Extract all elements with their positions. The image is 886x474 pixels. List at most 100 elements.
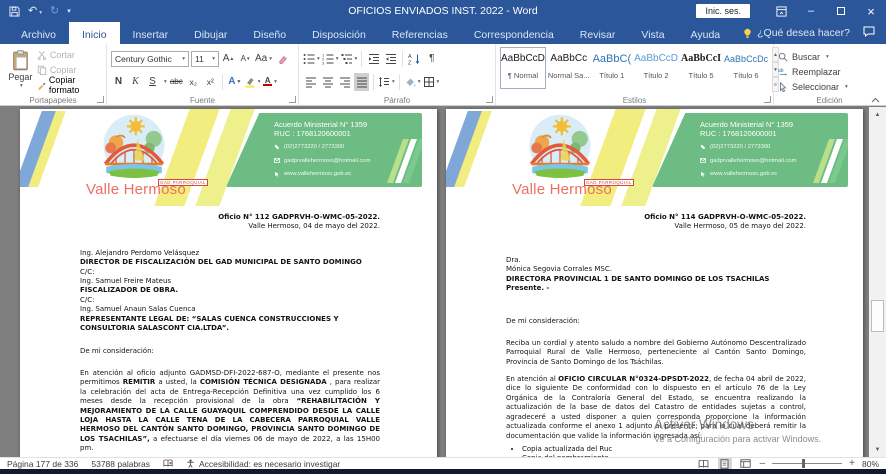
multilevel-list-button[interactable]: ▾ bbox=[341, 50, 358, 68]
font-size-combo[interactable]: 11 ▾ bbox=[191, 51, 219, 67]
minimize-button[interactable]: – bbox=[796, 0, 826, 22]
numbering-button[interactable]: 123▾ bbox=[322, 50, 339, 68]
underline-caret-icon[interactable]: ▾ bbox=[164, 79, 167, 85]
clipboard-dialog-launcher[interactable] bbox=[97, 96, 104, 103]
underline-button[interactable]: S bbox=[145, 73, 160, 91]
valle-hermoso-logo bbox=[98, 112, 170, 182]
document-page-left[interactable]: Acuerdo Ministerial N° 1359 RUC : 176812… bbox=[20, 109, 437, 457]
show-marks-button[interactable]: ¶ bbox=[424, 50, 439, 68]
zoom-percentage[interactable]: 80% bbox=[862, 459, 879, 469]
close-button[interactable]: × bbox=[856, 0, 886, 22]
tell-me-box[interactable]: ¿Qué desea hacer? bbox=[733, 22, 860, 44]
font-dialog-launcher[interactable] bbox=[289, 96, 296, 103]
vertical-scrollbar[interactable]: ▲ ▼ bbox=[869, 107, 886, 457]
customize-qat-icon[interactable]: ▾ bbox=[67, 8, 71, 15]
letter-body[interactable]: Oficio N° 112 GADPRVH-O-WMC-05-2022. Val… bbox=[20, 206, 437, 457]
sort-button[interactable]: AZ bbox=[407, 50, 422, 68]
format-painter-button[interactable]: Copiar formato bbox=[37, 78, 103, 92]
cut-button[interactable]: Cortar bbox=[37, 48, 103, 62]
tab-revisar[interactable]: Revisar bbox=[567, 22, 629, 44]
decrease-indent-button[interactable] bbox=[366, 50, 381, 68]
brand-subtext: GAD PARROQUIAL bbox=[584, 179, 634, 186]
acuerdo-text: Acuerdo Ministerial N° 1359 bbox=[274, 120, 412, 129]
oficio-number: Oficio N° 112 GADPRVH-O-WMC-05-2022. bbox=[80, 213, 380, 222]
restore-button[interactable] bbox=[826, 0, 856, 22]
bold-button[interactable]: N bbox=[111, 73, 126, 91]
italic-button[interactable]: K bbox=[128, 73, 143, 91]
word-count[interactable]: 53788 palabras bbox=[91, 459, 150, 469]
font-name-combo[interactable]: Century Gothic ▾ bbox=[111, 51, 189, 67]
align-left-button[interactable] bbox=[303, 73, 318, 91]
scroll-up-icon[interactable]: ▲ bbox=[869, 107, 886, 122]
style-normal[interactable]: AaBbCcD ¶ Normal bbox=[500, 47, 546, 89]
svg-text:ab: ab bbox=[778, 68, 784, 74]
document-page-right[interactable]: Acuerdo Ministerial N° 1359 RUC : 176812… bbox=[446, 109, 863, 457]
proofing-icon[interactable] bbox=[163, 459, 173, 468]
font-color-button[interactable]: A ▾ bbox=[263, 73, 278, 91]
zoom-out-button[interactable]: – bbox=[760, 458, 766, 469]
accessibility-status[interactable]: Accesibilidad: es necesario investigar bbox=[186, 459, 340, 469]
style-titulo-6[interactable]: AaBbCcDc Título 6 bbox=[723, 47, 769, 89]
change-case-button[interactable]: Aa▾ bbox=[255, 50, 272, 68]
tab-vista[interactable]: Vista bbox=[628, 22, 677, 44]
clear-formatting-button[interactable] bbox=[274, 50, 289, 68]
bullets-button[interactable]: ▾ bbox=[303, 50, 320, 68]
feedback-icon[interactable] bbox=[863, 26, 875, 37]
group-paragraph: ▾ 123▾ ▾ AZ ¶ bbox=[299, 44, 496, 105]
style-titulo-2[interactable]: AaBbCcD Título 2 bbox=[633, 47, 679, 89]
tab-correspondencia[interactable]: Correspondencia bbox=[461, 22, 567, 44]
read-mode-icon[interactable] bbox=[697, 458, 711, 469]
shrink-font-button[interactable]: A▼ bbox=[238, 50, 253, 68]
superscript-button[interactable]: x² bbox=[203, 73, 218, 91]
zoom-slider[interactable] bbox=[772, 463, 842, 464]
collapse-ribbon-icon[interactable] bbox=[871, 97, 880, 103]
subscript-button[interactable]: x₂ bbox=[186, 73, 201, 91]
highlight-button[interactable]: ▾ bbox=[244, 73, 261, 91]
tab-ayuda[interactable]: Ayuda bbox=[678, 22, 734, 44]
tab-dibujar[interactable]: Dibujar bbox=[181, 22, 240, 44]
letter-body[interactable]: Oficio N° 114 GADPRVH-O-WMC-05-2022. Val… bbox=[446, 206, 863, 457]
style-titulo-5[interactable]: AaBbCcI Título 5 bbox=[680, 47, 722, 89]
tab-insertar[interactable]: Insertar bbox=[120, 22, 182, 44]
zoom-slider-thumb[interactable] bbox=[802, 459, 805, 468]
redo-icon[interactable]: ↻ bbox=[50, 6, 59, 17]
page-indicator[interactable]: Página 177 de 336 bbox=[7, 459, 78, 469]
web-layout-icon[interactable] bbox=[739, 458, 753, 469]
text-effects-button[interactable]: A▾ bbox=[227, 73, 242, 91]
eraser-icon bbox=[276, 53, 287, 64]
paste-button[interactable]: Pegar ▾ bbox=[4, 47, 37, 91]
paragraph-dialog-launcher[interactable] bbox=[486, 96, 493, 103]
scroll-down-icon[interactable]: ▼ bbox=[869, 442, 886, 457]
find-button[interactable]: Buscar ▾ bbox=[778, 49, 882, 64]
numbering-icon: 123 bbox=[322, 53, 334, 65]
justify-button[interactable] bbox=[354, 73, 369, 91]
replace-button[interactable]: ab Reemplazar bbox=[778, 64, 882, 79]
align-center-button[interactable] bbox=[320, 73, 335, 91]
strikethrough-button[interactable]: abc bbox=[169, 73, 184, 91]
tab-inicio[interactable]: Inicio bbox=[69, 22, 120, 44]
shading-button[interactable]: ▾ bbox=[404, 73, 421, 91]
tab-referencias[interactable]: Referencias bbox=[379, 22, 461, 44]
style-titulo-1[interactable]: AaBbC( Título 1 bbox=[592, 47, 633, 89]
line-spacing-button[interactable]: ▾ bbox=[378, 73, 395, 91]
ribbon-display-options-icon[interactable] bbox=[766, 0, 796, 22]
cut-label: Cortar bbox=[50, 50, 75, 60]
grow-font-button[interactable]: A▲ bbox=[221, 50, 236, 68]
style-normal-sa[interactable]: AaBbCc Normal Sa... bbox=[547, 47, 591, 89]
sign-in-button[interactable]: Inic. ses. bbox=[696, 4, 750, 18]
styles-dialog-launcher[interactable] bbox=[764, 96, 771, 103]
undo-icon[interactable]: ↶▾ bbox=[28, 6, 42, 17]
tab-archivo[interactable]: Archivo bbox=[8, 22, 69, 44]
print-layout-icon[interactable] bbox=[718, 458, 732, 469]
tab-disposicion[interactable]: Disposición bbox=[299, 22, 379, 44]
clipboard-icon bbox=[12, 50, 29, 71]
zoom-in-button[interactable]: + bbox=[849, 458, 855, 469]
taskbar-edge bbox=[0, 469, 886, 474]
select-button[interactable]: Seleccionar ▾ bbox=[778, 79, 882, 94]
increase-indent-button[interactable] bbox=[383, 50, 398, 68]
save-icon[interactable] bbox=[9, 6, 20, 17]
tab-diseno[interactable]: Diseño bbox=[240, 22, 299, 44]
borders-button[interactable]: ▾ bbox=[423, 73, 440, 91]
scrollbar-thumb[interactable] bbox=[871, 300, 884, 332]
align-right-button[interactable] bbox=[337, 73, 352, 91]
